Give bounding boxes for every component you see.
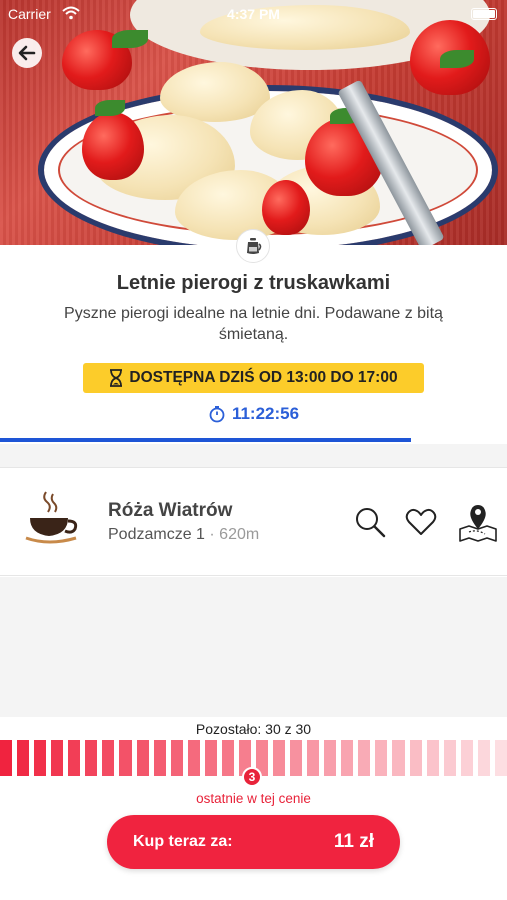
countdown-progress xyxy=(0,438,507,442)
countdown-progress-fill xyxy=(0,438,411,442)
hourglass-icon xyxy=(110,369,123,387)
stock-segment xyxy=(85,740,98,776)
countdown-timer: 11:22:56 xyxy=(0,404,507,424)
stock-segment xyxy=(51,740,64,776)
buy-label: Kup teraz za: xyxy=(133,833,233,850)
stock-segment xyxy=(170,740,183,776)
stock-segment xyxy=(187,740,200,776)
price-tier-badge: 3 xyxy=(242,767,262,787)
stock-segment xyxy=(290,740,303,776)
stock-segment xyxy=(460,740,473,776)
stock-segment xyxy=(392,740,405,776)
stock-segment xyxy=(494,740,507,776)
status-time: 4:37 PM xyxy=(227,6,280,22)
stock-segment xyxy=(307,740,320,776)
stock-segment xyxy=(375,740,388,776)
map-pin-icon xyxy=(459,505,497,542)
back-button[interactable] xyxy=(12,38,42,68)
offer-title: Letnie pierogi z truskawkami xyxy=(116,272,391,294)
stock-segment xyxy=(409,740,422,776)
countdown-value: 11:22:56 xyxy=(231,404,300,423)
stock-segment xyxy=(153,740,166,776)
remaining-count: Pozostało: 30 z 30 xyxy=(195,721,312,737)
stock-segment xyxy=(204,740,217,776)
stock-segment xyxy=(136,740,149,776)
stock-segment xyxy=(477,740,490,776)
restaurant-distance: 620m xyxy=(219,526,260,543)
map-button[interactable] xyxy=(456,500,500,544)
stock-segment xyxy=(341,740,354,776)
restaurant-card[interactable]: Róża Wiatrów Podzamcze 1 · 620m xyxy=(0,468,507,576)
coffee-pot-icon xyxy=(247,238,262,254)
search-icon xyxy=(356,508,386,538)
stock-segment xyxy=(119,740,132,776)
availability-banner: DOSTĘPNA DZIŚ OD 13:00 DO 17:00 xyxy=(83,363,424,393)
stock-segment xyxy=(273,740,286,776)
availability-text: DOSTĘPNA DZIŚ OD 13:00 DO 17:00 xyxy=(129,369,398,386)
status-bar: Carrier 4:37 PM xyxy=(0,0,507,28)
empty-area xyxy=(0,577,507,717)
stock-segment xyxy=(221,740,234,776)
restaurant-address-line: Podzamcze 1 · 620m xyxy=(108,526,259,544)
favorite-button[interactable] xyxy=(403,504,439,540)
restaurant-address: Podzamcze 1 xyxy=(108,526,205,543)
buy-now-button[interactable]: Kup teraz za: 11 zł xyxy=(107,815,400,869)
address-separator: · xyxy=(209,526,215,543)
restaurant-name: Róża Wiatrów xyxy=(108,500,233,521)
arrow-left-icon xyxy=(18,45,36,61)
section-divider xyxy=(0,444,507,468)
stock-segment xyxy=(17,740,30,776)
battery-icon xyxy=(471,8,497,20)
stopwatch-icon xyxy=(209,406,225,423)
stock-segment xyxy=(102,740,115,776)
stock-segment xyxy=(443,740,456,776)
stock-segment xyxy=(324,740,337,776)
category-badge xyxy=(236,229,270,263)
stock-segment xyxy=(0,740,13,776)
offer-description: Pyszne pierogi idealne na letnie dni. Po… xyxy=(64,305,443,343)
heart-icon xyxy=(405,508,437,535)
search-button[interactable] xyxy=(352,504,388,540)
coffee-cup-icon xyxy=(25,491,78,544)
stock-segment xyxy=(68,740,81,776)
buy-price: 11 zł xyxy=(333,831,374,852)
stock-segment xyxy=(426,740,439,776)
stock-segment xyxy=(358,740,371,776)
last-at-price-label: ostatnie w tej cenie xyxy=(196,791,311,806)
stock-segment xyxy=(34,740,47,776)
hero-image xyxy=(0,0,507,245)
